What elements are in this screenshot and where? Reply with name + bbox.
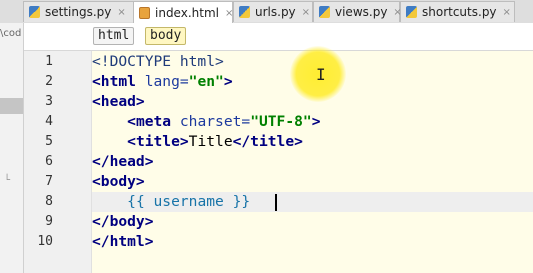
line-number: 9: [45, 214, 53, 229]
tab-label: index.html: [155, 6, 219, 20]
tab-shortcuts-py[interactable]: shortcuts.py ×: [400, 1, 515, 22]
tab-urls-py[interactable]: urls.py ×: [233, 1, 313, 22]
line-number: 5: [45, 134, 53, 149]
tab-label: urls.py: [255, 5, 296, 19]
tab-views-py[interactable]: views.py ×: [313, 1, 402, 22]
code-line-7: <body>: [92, 173, 145, 190]
tab-index-html[interactable]: index.html ×: [133, 1, 233, 24]
collapse-marker-icon: └: [4, 175, 11, 186]
close-icon[interactable]: ×: [302, 7, 310, 18]
project-panel[interactable]: \cod └: [0, 23, 24, 273]
line-number: 4: [45, 114, 53, 129]
python-file-icon: [239, 6, 250, 18]
line-number: 2: [45, 74, 53, 89]
text-caret: [275, 194, 277, 211]
line-number: 3: [45, 94, 53, 109]
close-icon[interactable]: ×: [503, 7, 511, 18]
tab-settings-py[interactable]: settings.py ×: [23, 1, 134, 22]
python-file-icon: [319, 6, 330, 18]
code-line-2: <html lang="en">: [92, 73, 233, 90]
line-number: 8: [45, 194, 53, 209]
line-number: 10: [37, 234, 53, 249]
text-cursor-icon: I: [316, 65, 326, 84]
code-line-1: <!DOCTYPE html>: [92, 53, 224, 70]
tab-label: shortcuts.py: [422, 5, 497, 19]
code-line-3: <head>: [92, 93, 145, 110]
code-line-6: </head>: [92, 153, 154, 170]
tab-label: views.py: [335, 5, 388, 19]
breadcrumb-html[interactable]: html: [93, 27, 135, 45]
project-path: \cod: [0, 28, 22, 39]
code-line-5: <title>Title</title>: [127, 133, 303, 150]
line-number-gutter: 1 2 3 4 5 6 7 8 9 10: [24, 51, 111, 273]
code-line-4: <meta charset="UTF-8">: [127, 113, 321, 130]
code-line-10: </html>: [92, 233, 154, 250]
tab-label: settings.py: [45, 5, 112, 19]
editor-tab-bar: settings.py × index.html × urls.py × vie…: [0, 0, 533, 24]
close-icon[interactable]: ×: [117, 7, 125, 18]
breadcrumb-body[interactable]: body: [145, 27, 187, 45]
project-selected-row[interactable]: [0, 98, 23, 114]
line-number: 6: [45, 154, 53, 169]
python-file-icon: [29, 6, 40, 18]
html-file-icon: [139, 7, 150, 19]
line-number: 1: [45, 54, 53, 69]
python-file-icon: [406, 6, 417, 18]
code-line-8: {{ username }}: [127, 193, 251, 210]
code-line-9: </body>: [92, 213, 154, 230]
line-number: 7: [45, 174, 53, 189]
breadcrumb: html body: [24, 23, 533, 51]
